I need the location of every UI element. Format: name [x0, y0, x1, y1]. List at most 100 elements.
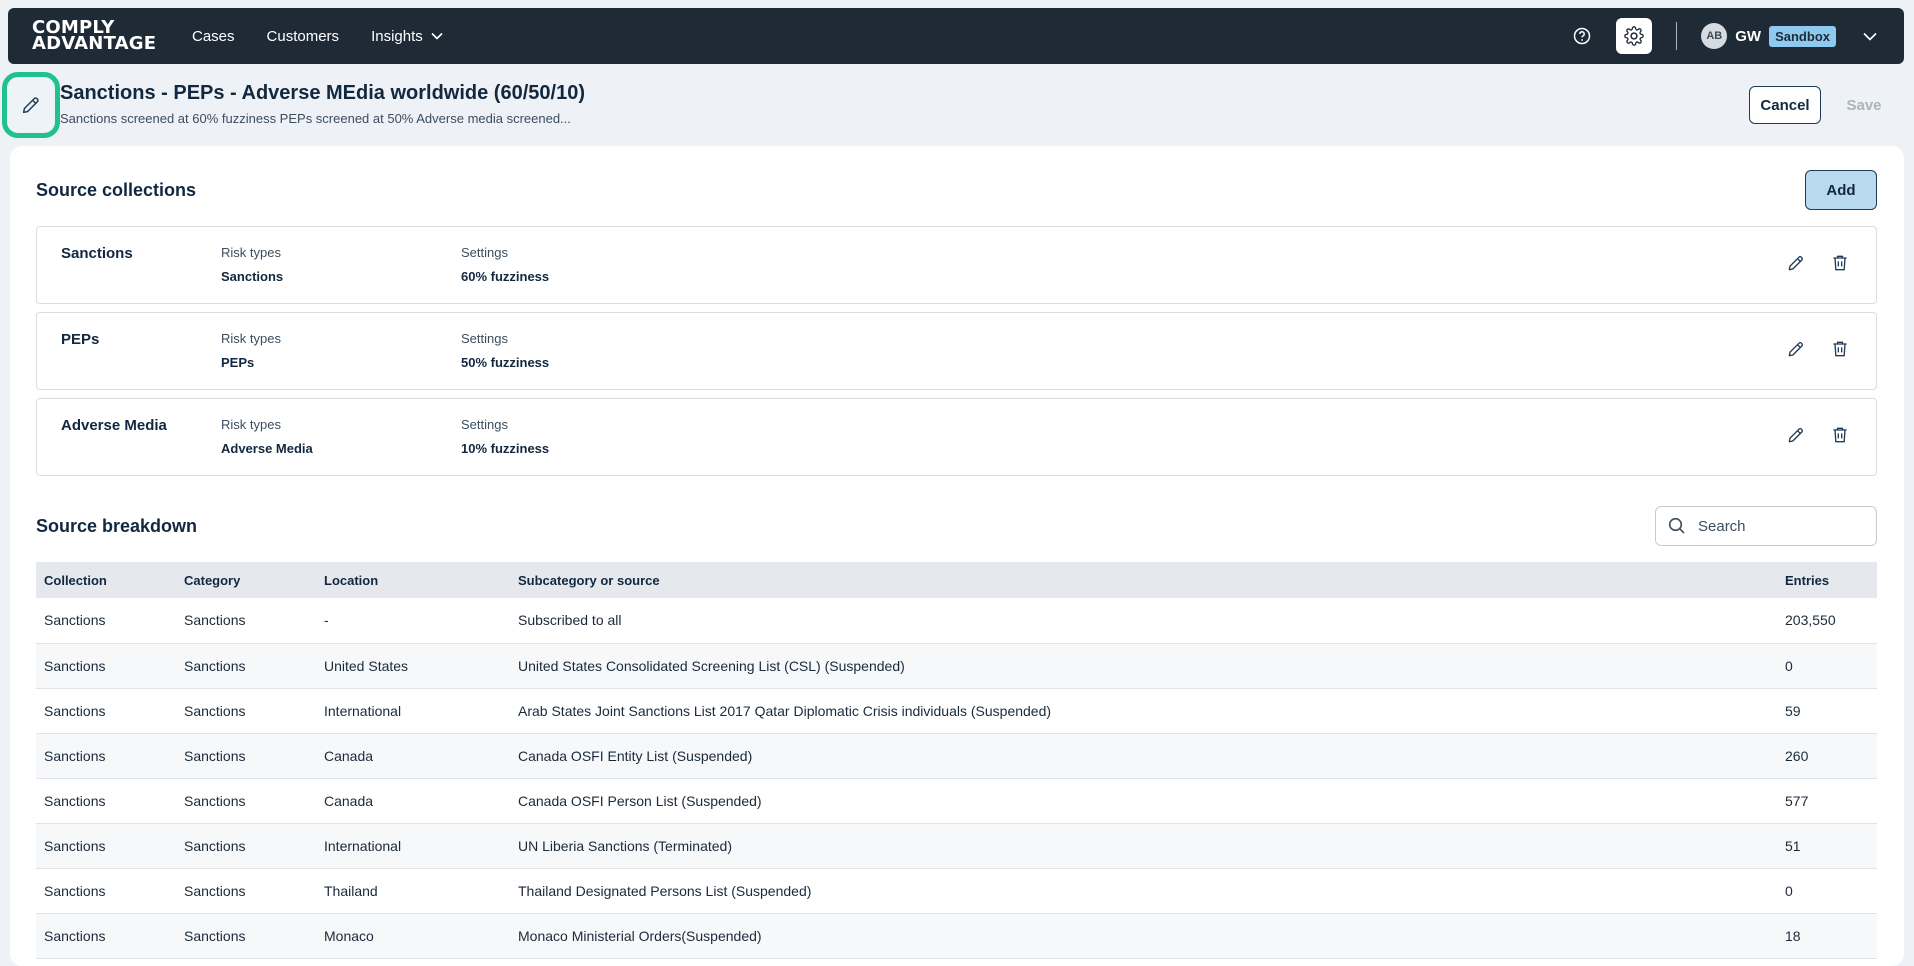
delete-collection-button[interactable]	[1830, 253, 1850, 273]
cell-entries: 51	[1777, 823, 1877, 869]
add-collection-button[interactable]: Add	[1805, 170, 1877, 210]
nav-item-label: Cases	[192, 27, 235, 45]
nav-item-label: Customers	[266, 27, 340, 45]
cell-subcategory: Canada OSFI Entity List (Suspended)	[510, 733, 1777, 779]
source-breakdown-table: Collection Category Location Subcategory…	[36, 562, 1877, 959]
column-header-location[interactable]: Location	[316, 562, 510, 598]
table-row[interactable]: Sanctions Sanctions International Arab Stat…	[36, 688, 1877, 734]
cell-location: Thailand	[316, 868, 510, 914]
cell-category: Sanctions	[176, 688, 316, 734]
cell-subcategory: Subscribed to all	[510, 598, 1777, 644]
cell-entries: 203,550	[1777, 598, 1877, 644]
pencil-icon	[1788, 428, 1803, 443]
settings-value: 10% fuzziness	[461, 441, 550, 456]
cell-entries: 577	[1777, 778, 1877, 824]
nav-right: AB GW Sandbox	[1564, 18, 1888, 54]
cell-subcategory: Arab States Joint Sanctions List 2017 Qa…	[510, 688, 1777, 734]
cell-collection: Sanctions	[36, 868, 176, 914]
environment-badge: Sandbox	[1769, 25, 1836, 47]
cell-category: Sanctions	[176, 778, 316, 824]
nav-item-customers[interactable]: Customers	[267, 28, 340, 45]
edit-collection-button[interactable]	[1786, 425, 1806, 445]
column-header-collection[interactable]: Collection	[36, 562, 176, 598]
cell-entries: 59	[1777, 688, 1877, 734]
cell-collection: Sanctions	[36, 733, 176, 779]
cell-collection: Sanctions	[36, 643, 176, 689]
table-row[interactable]: Sanctions Sanctions Canada Canada OSFI Enti…	[36, 733, 1877, 779]
column-header-entries[interactable]: Entries	[1777, 562, 1877, 598]
delete-collection-button[interactable]	[1830, 425, 1850, 445]
settings-value: 60% fuzziness	[461, 269, 550, 284]
trash-icon	[1833, 427, 1847, 443]
risk-types-value: Adverse Media	[221, 441, 313, 456]
pencil-icon	[1788, 256, 1803, 271]
collection-actions	[1786, 253, 1850, 273]
risk-types-label: Risk types	[221, 245, 281, 260]
cell-collection: Sanctions	[36, 598, 176, 644]
avatar[interactable]: AB	[1701, 23, 1728, 49]
table-row[interactable]: Sanctions Sanctions - Subscribed to all 203,…	[36, 598, 1877, 644]
table-row[interactable]: Sanctions Sanctions Thailand Thailand Desig…	[36, 868, 1877, 914]
collection-name: PEPs	[61, 331, 100, 348]
cell-location: International	[316, 688, 510, 734]
collection-card-sanctions: Sanctions Risk types Sanctions Settings …	[36, 226, 1877, 304]
settings-button[interactable]	[1616, 18, 1653, 54]
trash-icon	[1833, 341, 1847, 357]
cell-location: United States	[316, 643, 510, 689]
cell-location: Canada	[316, 733, 510, 779]
table-row[interactable]: Sanctions Sanctions Canada Canada OSFI Pers…	[36, 778, 1877, 824]
account-menu-button[interactable]	[1852, 18, 1888, 54]
cell-entries: 0	[1777, 643, 1877, 689]
cell-collection: Sanctions	[36, 823, 176, 869]
cell-subcategory: Monaco Ministerial Orders(Suspended)	[510, 913, 1777, 959]
edit-title-button[interactable]	[2, 72, 60, 138]
settings-label: Settings	[461, 417, 508, 432]
table-row[interactable]: Sanctions Sanctions International UN Liberi…	[36, 823, 1877, 869]
cell-category: Sanctions	[176, 643, 316, 689]
table-row[interactable]: Sanctions Sanctions Monaco Monaco Ministeri…	[36, 913, 1877, 959]
nav-item-cases[interactable]: Cases	[192, 28, 235, 45]
search-input[interactable]	[1698, 517, 1858, 535]
cell-subcategory: United States Consolidated Screening Lis…	[510, 643, 1777, 689]
cell-collection: Sanctions	[36, 913, 176, 959]
settings-label: Settings	[461, 245, 508, 260]
cell-category: Sanctions	[176, 868, 316, 914]
collection-name: Sanctions	[61, 245, 133, 262]
edit-collection-button[interactable]	[1786, 339, 1806, 359]
cell-entries: 0	[1777, 868, 1877, 914]
cell-subcategory: Canada OSFI Person List (Suspended)	[510, 778, 1777, 824]
main-card: Source collections Add Sanctions Risk ty…	[10, 146, 1904, 966]
edit-collection-button[interactable]	[1786, 253, 1806, 273]
source-breakdown-title: Source breakdown	[36, 516, 198, 536]
cell-collection: Sanctions	[36, 778, 176, 824]
collection-name: Adverse Media	[61, 417, 167, 434]
collection-actions	[1786, 425, 1850, 445]
column-header-subcategory[interactable]: Subcategory or source	[510, 562, 1777, 598]
table-row[interactable]: Sanctions Sanctions United States United St…	[36, 643, 1877, 689]
collection-card-adverse-media: Adverse Media Risk types Adverse Media S…	[36, 398, 1877, 476]
collection-card-peps: PEPs Risk types PEPs Settings 50% fuzzin…	[36, 312, 1877, 390]
chevron-down-icon	[1863, 32, 1877, 41]
column-header-category[interactable]: Category	[176, 562, 316, 598]
trash-icon	[1833, 255, 1847, 271]
pencil-icon	[22, 97, 39, 114]
cell-collection: Sanctions	[36, 688, 176, 734]
table-body: Sanctions Sanctions - Subscribed to all 203,…	[36, 598, 1877, 959]
search-icon	[1668, 517, 1685, 534]
save-button[interactable]: Save	[1829, 86, 1899, 124]
risk-types-value: PEPs	[221, 355, 255, 370]
settings-value: 50% fuzziness	[461, 355, 550, 370]
help-icon	[1574, 27, 1591, 45]
cancel-button[interactable]: Cancel	[1749, 86, 1821, 124]
delete-collection-button[interactable]	[1830, 339, 1850, 359]
user-initials[interactable]: GW	[1735, 28, 1761, 45]
cell-category: Sanctions	[176, 733, 316, 779]
logo[interactable]: COMPLY ADVANTAGE	[32, 19, 182, 53]
cell-location: International	[316, 823, 510, 869]
cell-location: -	[316, 598, 510, 644]
nav-item-insights[interactable]: Insights	[371, 28, 443, 45]
cell-category: Sanctions	[176, 598, 316, 644]
help-button[interactable]	[1564, 18, 1600, 54]
nav-divider	[1676, 22, 1678, 50]
collection-actions	[1786, 339, 1850, 359]
